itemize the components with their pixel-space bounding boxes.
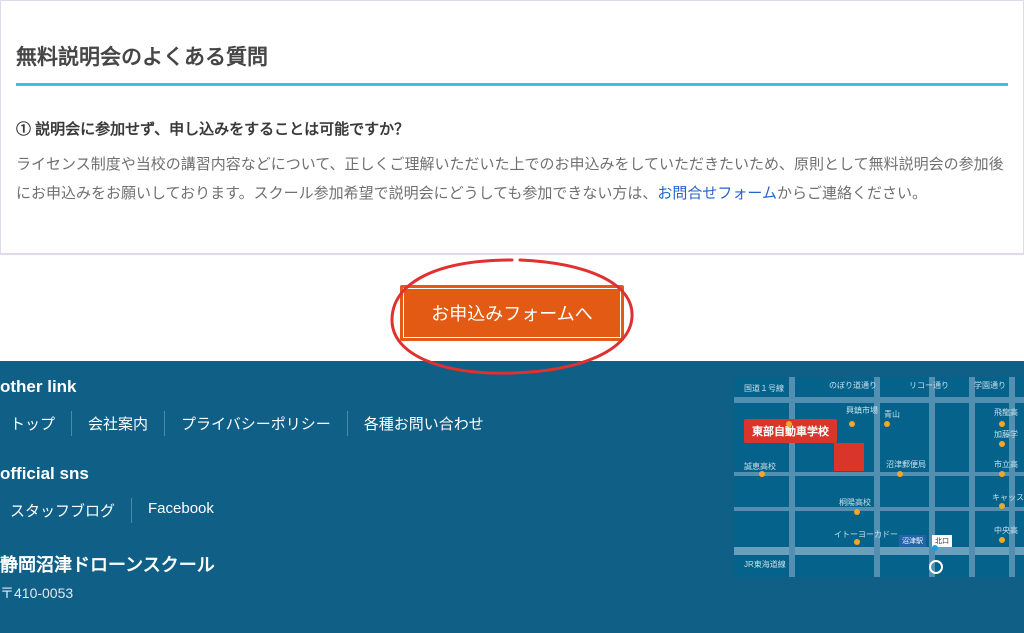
map-school-block	[834, 443, 864, 471]
map-label: リコー通り	[909, 380, 949, 391]
map-road	[969, 377, 975, 577]
footer: other link トップ 会社案内 プライバシーポリシー 各種お問い合わせ …	[0, 361, 1024, 633]
map-label: イトーヨーカドー	[834, 529, 898, 540]
cta-area: お申込みフォームへ	[0, 254, 1024, 361]
map-dot-icon	[759, 471, 765, 477]
faq-answer-1: ライセンス制度や当校の講習内容などについて、正しくご理解いただいた上でのお申込み…	[16, 151, 1008, 208]
map-label: のぼり道通り	[829, 380, 877, 391]
map-dot-icon	[854, 509, 860, 515]
map-road	[789, 377, 795, 577]
map-label: JR東海道線	[744, 559, 786, 570]
other-links: トップ 会社案内 プライバシーポリシー 各種お問い合わせ	[0, 411, 734, 436]
map-dot-icon	[999, 441, 1005, 447]
footer-link-privacy[interactable]: プライバシーポリシー	[165, 411, 348, 436]
map-dot-icon	[999, 503, 1005, 509]
map-dot-icon	[932, 545, 938, 551]
map-label: 飛龍高	[994, 407, 1018, 418]
faq-answer-post: からご連絡ください。	[777, 185, 927, 202]
contact-form-link[interactable]: お問合せフォーム	[657, 185, 777, 202]
map-label: 沼津郵便局	[886, 459, 926, 470]
faq-heading: 無料説明会のよくある質問	[16, 41, 1008, 86]
sns-links: スタッフブログ Facebook	[0, 498, 734, 523]
footer-link-contact[interactable]: 各種お問い合わせ	[348, 411, 500, 436]
sns-heading: official sns	[0, 464, 734, 484]
map-label: 興鎮市場	[846, 407, 878, 415]
map-label: 加藤学	[994, 429, 1018, 440]
footer-link-facebook[interactable]: Facebook	[132, 498, 230, 523]
map-dot-icon	[849, 421, 855, 427]
application-form-button[interactable]: お申込みフォームへ	[400, 285, 623, 341]
map-dot-icon	[999, 471, 1005, 477]
map-station-icon	[929, 560, 943, 574]
footer-link-company[interactable]: 会社案内	[72, 411, 165, 436]
footer-left: other link トップ 会社案内 プライバシーポリシー 各種お問い合わせ …	[0, 377, 734, 603]
school-name: 静岡沼津ドローンスクール	[0, 551, 734, 577]
map-label: 国道１号線	[744, 383, 784, 394]
footer-link-blog[interactable]: スタッフブログ	[0, 498, 132, 523]
map-dot-icon	[999, 421, 1005, 427]
map-label: 学園通り	[974, 380, 1006, 391]
access-map: 国道１号線 のぼり道通り リコー通り 学園通り 東部自動車学校 誠恵高校 桐陽高…	[734, 377, 1024, 577]
map-dot-icon	[786, 421, 792, 427]
school-postal: 〒410-0053	[0, 583, 734, 603]
other-link-heading: other link	[0, 377, 734, 397]
map-label: 市立高	[994, 459, 1018, 470]
map-label: 桐陽高校	[839, 497, 871, 508]
map-sign: 沼津駅	[899, 535, 926, 547]
footer-link-top[interactable]: トップ	[0, 411, 72, 436]
map-dot-icon	[884, 421, 890, 427]
map-label: キャッス	[992, 492, 1024, 503]
map-dot-icon	[897, 471, 903, 477]
map-label: 青山	[884, 409, 900, 420]
faq-section: 無料説明会のよくある質問 ① 説明会に参加せず、申し込みをすることは可能ですか？…	[0, 0, 1024, 254]
map-label: 中央高	[994, 525, 1018, 536]
map-dot-icon	[854, 539, 860, 545]
faq-question-1: ① 説明会に参加せず、申し込みをすることは可能ですか？	[16, 118, 1008, 139]
